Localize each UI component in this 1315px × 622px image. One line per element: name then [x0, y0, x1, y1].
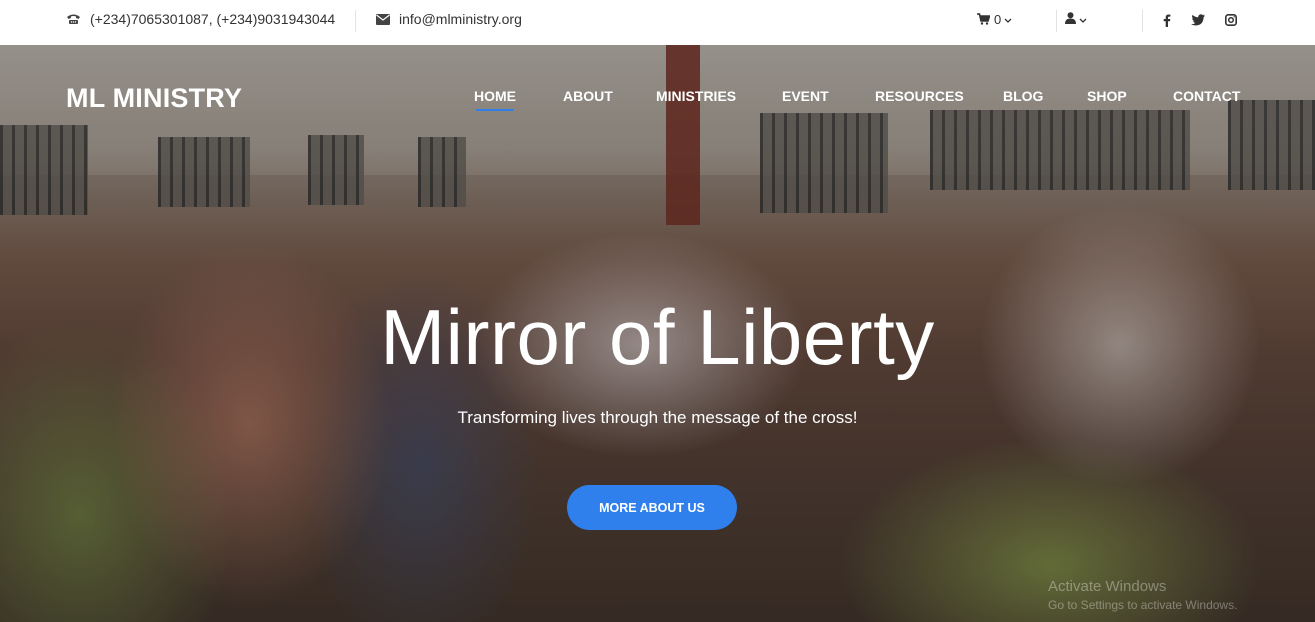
cart-dropdown[interactable]: 0: [977, 0, 1012, 38]
nav-contact[interactable]: CONTACT: [1173, 88, 1240, 104]
nav-resources[interactable]: RESOURCES: [875, 88, 964, 104]
instagram-icon[interactable]: [1223, 12, 1239, 28]
facebook-icon[interactable]: [1159, 12, 1175, 28]
nav-blog[interactable]: BLOG: [1003, 88, 1043, 104]
user-dropdown[interactable]: [1065, 0, 1087, 38]
nav-active-indicator: [476, 109, 514, 111]
divider: [355, 10, 356, 32]
watermark-subtitle: Go to Settings to activate Windows.: [1048, 598, 1238, 612]
phone-text: (+234)7065301087, (+234)9031943044: [90, 11, 336, 27]
cart-icon: [977, 13, 990, 25]
divider: [1056, 10, 1057, 32]
phone-icon: [66, 13, 81, 25]
cart-count: 0: [994, 11, 1002, 27]
nav-ministries[interactable]: MINISTRIES: [656, 88, 736, 104]
site-logo[interactable]: ML MINISTRY: [66, 83, 242, 114]
activate-windows-watermark: Activate Windows Go to Settings to activ…: [1048, 578, 1237, 614]
divider: [1142, 10, 1143, 32]
contact-phone: (+234)7065301087, (+234)9031943044: [66, 0, 335, 38]
twitter-icon[interactable]: [1190, 12, 1206, 28]
chevron-down-icon: [1004, 12, 1012, 27]
top-bar: (+234)7065301087, (+234)9031943044 info@…: [0, 0, 1315, 45]
nav-about[interactable]: ABOUT: [563, 88, 613, 104]
nav-shop[interactable]: SHOP: [1087, 88, 1127, 104]
hero-subtitle: Transforming lives through the message o…: [457, 408, 858, 427]
chevron-down-icon: [1079, 12, 1087, 27]
nav-event[interactable]: EVENT: [782, 88, 829, 104]
envelope-icon: [376, 13, 390, 25]
watermark-title: Activate Windows: [1048, 578, 1167, 595]
email-text[interactable]: info@mlministry.org: [399, 11, 522, 27]
contact-email[interactable]: info@mlministry.org: [376, 0, 522, 38]
more-about-us-button[interactable]: MORE ABOUT US: [567, 485, 737, 530]
hero-title: Mirror of Liberty: [380, 293, 935, 381]
user-icon: [1065, 11, 1076, 27]
nav-home[interactable]: HOME: [474, 88, 516, 104]
